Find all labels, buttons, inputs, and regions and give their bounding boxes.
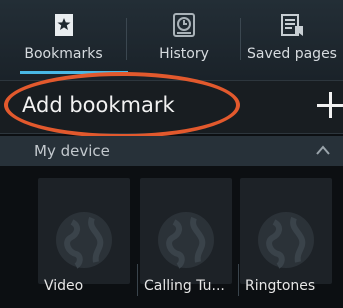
add-bookmark-row[interactable]: Add bookmark <box>0 80 343 134</box>
tab-label: Saved pages <box>247 46 337 62</box>
tab-saved-pages[interactable]: Saved pages <box>241 0 343 80</box>
thumbnail-label: Ringtones <box>245 278 316 294</box>
bookmark-thumbnail[interactable] <box>38 178 130 284</box>
thumbnail-divider <box>137 264 138 296</box>
globe-icon <box>158 212 214 269</box>
add-bookmark-label: Add bookmark <box>22 93 175 117</box>
globe-icon <box>258 212 314 269</box>
active-tab-indicator <box>20 71 128 74</box>
section-header-my-device[interactable]: My device <box>0 136 343 166</box>
tab-bookmarks[interactable]: Bookmarks <box>0 0 127 80</box>
bookmark-thumbnails: Video Calling Tu... Ringtones <box>0 166 343 308</box>
chevron-up-icon <box>316 145 330 155</box>
thumbnail-label: Video <box>44 278 84 294</box>
globe-icon <box>56 212 112 269</box>
bookmark-thumbnail[interactable] <box>240 178 332 284</box>
plus-icon[interactable] <box>317 92 343 118</box>
clock-history-icon <box>173 13 195 37</box>
star-bookmark-icon <box>54 14 73 36</box>
thumbnail-label: Calling Tu... <box>144 278 225 294</box>
tab-label: History <box>159 46 209 62</box>
section-title: My device <box>34 142 110 160</box>
tab-bar: Bookmarks History Saved pages <box>0 0 343 80</box>
saved-pages-icon <box>281 14 303 36</box>
tab-label: Bookmarks <box>24 46 103 62</box>
tab-history[interactable]: History <box>127 0 241 80</box>
bookmark-thumbnail[interactable] <box>140 178 232 284</box>
thumbnail-divider <box>238 264 239 296</box>
